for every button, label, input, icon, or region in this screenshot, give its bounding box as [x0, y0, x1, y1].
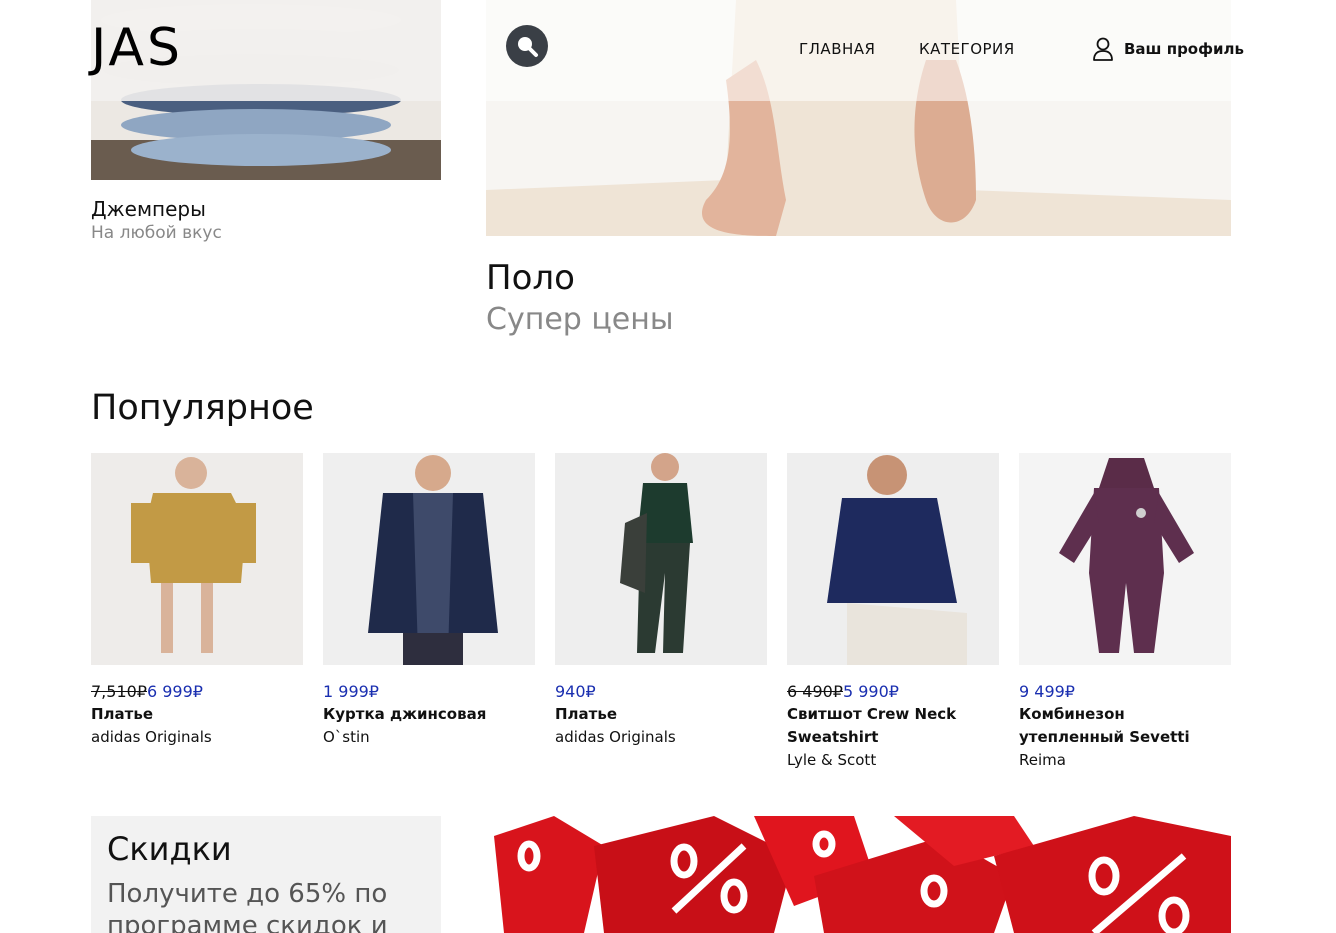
- search-icon: [518, 37, 538, 57]
- product-brand: O`stin: [323, 728, 370, 746]
- popular-products-list: 7,510₽6 999₽ Платье adidas Originals 1 9…: [91, 453, 1231, 773]
- product-brand: Lyle & Scott: [787, 751, 877, 769]
- nav-home-link[interactable]: ГЛАВНАЯ: [799, 40, 875, 58]
- product-old-price: 6 490₽: [787, 682, 843, 701]
- discounts-title: Скидки: [107, 830, 232, 868]
- product-brand: adidas Originals: [91, 728, 212, 746]
- product-image: [555, 453, 767, 665]
- site-logo[interactable]: JAS: [91, 18, 183, 78]
- product-card[interactable]: 9 499₽ Комбинезон утепленный Sevetti Rei…: [1019, 453, 1231, 772]
- discounts-banner-image[interactable]: [494, 816, 1231, 933]
- product-price: 940₽: [555, 682, 596, 701]
- polo-subtitle: Супер цены: [486, 302, 674, 337]
- product-image: [787, 453, 999, 665]
- popular-section-title: Популярное: [91, 388, 314, 428]
- discounts-card[interactable]: Скидки Получите до 65% по программе скид…: [91, 816, 441, 933]
- product-price: 9 499₽: [1019, 682, 1075, 701]
- product-brand: adidas Originals: [555, 728, 676, 746]
- percent-cubes-illustration: [494, 816, 1231, 933]
- profile-link[interactable]: Ваш профиль: [1092, 37, 1244, 61]
- jumpers-title[interactable]: Джемперы: [91, 197, 206, 221]
- search-button[interactable]: [506, 25, 548, 67]
- product-card[interactable]: 1 999₽ Куртка джинсовая O`stin: [323, 453, 535, 749]
- product-price: 5 990₽: [842, 682, 899, 701]
- jumpers-subtitle: На любой вкус: [91, 223, 222, 243]
- discounts-text: Получите до 65% по программе скидок и: [107, 879, 388, 933]
- polo-title[interactable]: Поло: [486, 258, 575, 298]
- product-card[interactable]: 940₽ Платье adidas Originals: [555, 453, 767, 749]
- profile-label: Ваш профиль: [1124, 40, 1244, 58]
- product-card[interactable]: 6 490₽5 990₽ Свитшот Crew Neck Sweatshir…: [787, 453, 999, 772]
- product-name: Комбинезон утепленный Sevetti: [1019, 705, 1190, 746]
- product-price: 6 999₽: [146, 682, 203, 701]
- product-image: [323, 453, 535, 665]
- product-name: Куртка джинсовая: [323, 705, 487, 723]
- product-brand: Reima: [1019, 751, 1066, 769]
- user-icon: [1093, 37, 1113, 61]
- product-name: Платье: [555, 705, 618, 723]
- nav-category-link[interactable]: КАТЕГОРИЯ: [919, 40, 1015, 58]
- product-card[interactable]: 7,510₽6 999₽ Платье adidas Originals: [91, 453, 303, 749]
- product-image: [91, 453, 303, 665]
- product-name: Свитшот Crew Neck Sweatshirt: [787, 705, 957, 746]
- product-old-price: 7,510₽: [91, 682, 147, 701]
- product-image: [1019, 453, 1231, 665]
- product-name: Платье: [91, 705, 154, 723]
- site-header: JAS ГЛАВНАЯ КАТЕГОРИЯ Ваш профиль: [0, 0, 1336, 101]
- product-price: 1 999₽: [323, 682, 379, 701]
